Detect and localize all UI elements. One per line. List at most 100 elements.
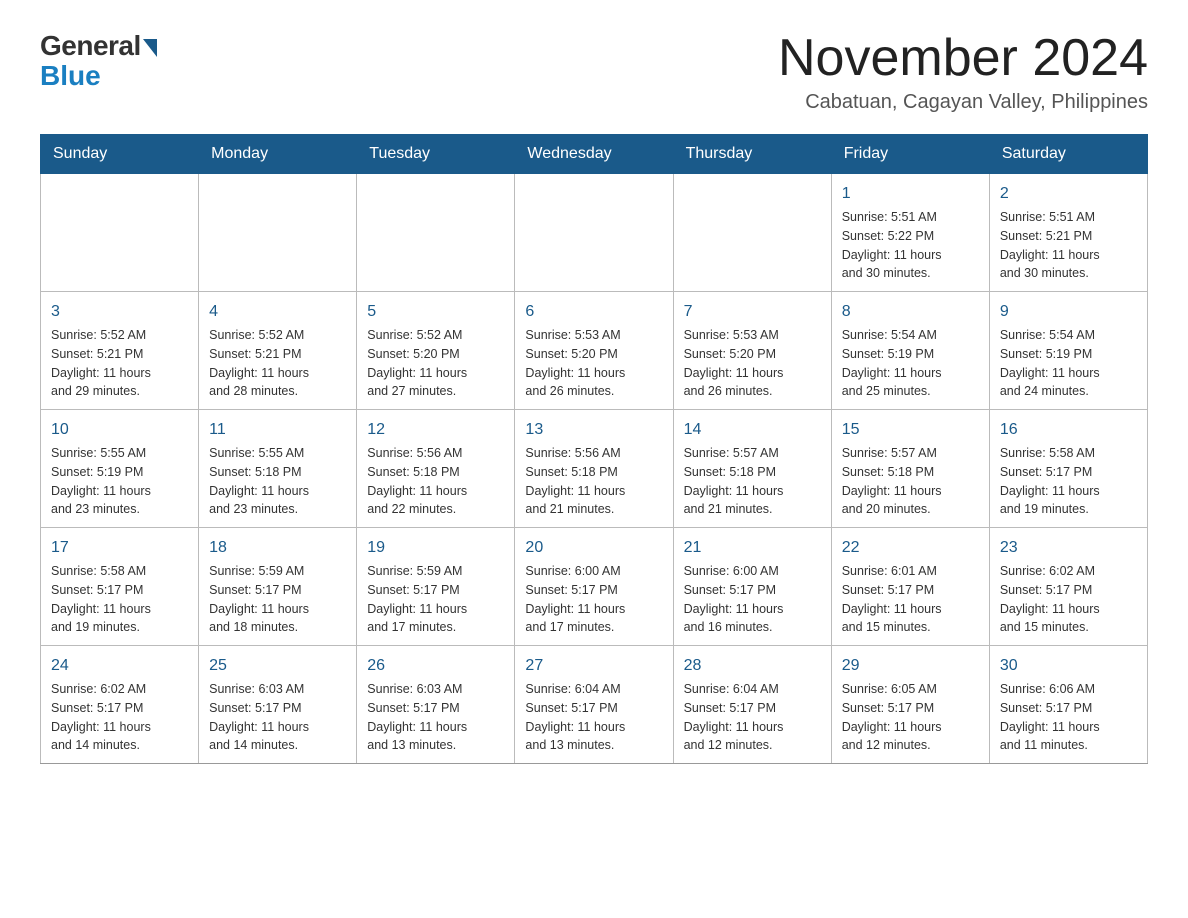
day-info: Sunrise: 5:51 AMSunset: 5:21 PMDaylight:… — [1000, 208, 1137, 283]
calendar-cell: 1Sunrise: 5:51 AMSunset: 5:22 PMDaylight… — [831, 174, 989, 292]
day-number: 8 — [842, 300, 979, 324]
calendar-cell: 8Sunrise: 5:54 AMSunset: 5:19 PMDaylight… — [831, 292, 989, 410]
calendar-cell: 17Sunrise: 5:58 AMSunset: 5:17 PMDayligh… — [41, 528, 199, 646]
day-info: Sunrise: 6:05 AMSunset: 5:17 PMDaylight:… — [842, 680, 979, 755]
logo-blue-text: Blue — [40, 60, 101, 92]
weekday-header-wednesday: Wednesday — [515, 135, 673, 174]
calendar-cell: 2Sunrise: 5:51 AMSunset: 5:21 PMDaylight… — [989, 174, 1147, 292]
calendar-cell: 13Sunrise: 5:56 AMSunset: 5:18 PMDayligh… — [515, 410, 673, 528]
month-title: November 2024 — [778, 30, 1148, 87]
calendar-week-row: 1Sunrise: 5:51 AMSunset: 5:22 PMDaylight… — [41, 174, 1148, 292]
day-number: 28 — [684, 654, 821, 678]
day-number: 16 — [1000, 418, 1137, 442]
day-number: 7 — [684, 300, 821, 324]
day-info: Sunrise: 5:54 AMSunset: 5:19 PMDaylight:… — [842, 326, 979, 401]
calendar-cell: 15Sunrise: 5:57 AMSunset: 5:18 PMDayligh… — [831, 410, 989, 528]
day-info: Sunrise: 5:59 AMSunset: 5:17 PMDaylight:… — [209, 562, 346, 637]
day-number: 9 — [1000, 300, 1137, 324]
day-info: Sunrise: 5:57 AMSunset: 5:18 PMDaylight:… — [684, 444, 821, 519]
day-info: Sunrise: 5:53 AMSunset: 5:20 PMDaylight:… — [525, 326, 662, 401]
day-info: Sunrise: 6:00 AMSunset: 5:17 PMDaylight:… — [525, 562, 662, 637]
calendar-cell: 12Sunrise: 5:56 AMSunset: 5:18 PMDayligh… — [357, 410, 515, 528]
calendar-header-row: SundayMondayTuesdayWednesdayThursdayFrid… — [41, 135, 1148, 174]
logo-arrow-icon — [143, 39, 157, 57]
day-number: 26 — [367, 654, 504, 678]
day-info: Sunrise: 6:02 AMSunset: 5:17 PMDaylight:… — [1000, 562, 1137, 637]
day-info: Sunrise: 5:54 AMSunset: 5:19 PMDaylight:… — [1000, 326, 1137, 401]
day-number: 1 — [842, 182, 979, 206]
calendar-cell: 11Sunrise: 5:55 AMSunset: 5:18 PMDayligh… — [199, 410, 357, 528]
day-number: 3 — [51, 300, 188, 324]
day-info: Sunrise: 5:52 AMSunset: 5:20 PMDaylight:… — [367, 326, 504, 401]
calendar-cell — [673, 174, 831, 292]
calendar-cell: 27Sunrise: 6:04 AMSunset: 5:17 PMDayligh… — [515, 646, 673, 764]
calendar-week-row: 10Sunrise: 5:55 AMSunset: 5:19 PMDayligh… — [41, 410, 1148, 528]
calendar-cell: 14Sunrise: 5:57 AMSunset: 5:18 PMDayligh… — [673, 410, 831, 528]
calendar-cell: 3Sunrise: 5:52 AMSunset: 5:21 PMDaylight… — [41, 292, 199, 410]
day-info: Sunrise: 6:02 AMSunset: 5:17 PMDaylight:… — [51, 680, 188, 755]
day-info: Sunrise: 6:03 AMSunset: 5:17 PMDaylight:… — [209, 680, 346, 755]
day-info: Sunrise: 5:59 AMSunset: 5:17 PMDaylight:… — [367, 562, 504, 637]
day-number: 25 — [209, 654, 346, 678]
day-number: 4 — [209, 300, 346, 324]
day-info: Sunrise: 5:55 AMSunset: 5:18 PMDaylight:… — [209, 444, 346, 519]
day-info: Sunrise: 6:00 AMSunset: 5:17 PMDaylight:… — [684, 562, 821, 637]
day-number: 21 — [684, 536, 821, 560]
day-info: Sunrise: 5:58 AMSunset: 5:17 PMDaylight:… — [51, 562, 188, 637]
calendar-cell: 6Sunrise: 5:53 AMSunset: 5:20 PMDaylight… — [515, 292, 673, 410]
calendar-cell — [199, 174, 357, 292]
calendar-cell: 28Sunrise: 6:04 AMSunset: 5:17 PMDayligh… — [673, 646, 831, 764]
calendar-cell: 29Sunrise: 6:05 AMSunset: 5:17 PMDayligh… — [831, 646, 989, 764]
calendar-cell: 25Sunrise: 6:03 AMSunset: 5:17 PMDayligh… — [199, 646, 357, 764]
weekday-header-monday: Monday — [199, 135, 357, 174]
day-info: Sunrise: 5:56 AMSunset: 5:18 PMDaylight:… — [525, 444, 662, 519]
weekday-header-friday: Friday — [831, 135, 989, 174]
day-number: 27 — [525, 654, 662, 678]
day-info: Sunrise: 6:03 AMSunset: 5:17 PMDaylight:… — [367, 680, 504, 755]
day-number: 12 — [367, 418, 504, 442]
day-info: Sunrise: 5:58 AMSunset: 5:17 PMDaylight:… — [1000, 444, 1137, 519]
weekday-header-thursday: Thursday — [673, 135, 831, 174]
day-info: Sunrise: 5:53 AMSunset: 5:20 PMDaylight:… — [684, 326, 821, 401]
calendar-cell — [515, 174, 673, 292]
calendar-cell: 7Sunrise: 5:53 AMSunset: 5:20 PMDaylight… — [673, 292, 831, 410]
day-number: 10 — [51, 418, 188, 442]
day-info: Sunrise: 6:06 AMSunset: 5:17 PMDaylight:… — [1000, 680, 1137, 755]
day-info: Sunrise: 6:04 AMSunset: 5:17 PMDaylight:… — [684, 680, 821, 755]
calendar-cell: 16Sunrise: 5:58 AMSunset: 5:17 PMDayligh… — [989, 410, 1147, 528]
location-text: Cabatuan, Cagayan Valley, Philippines — [778, 91, 1148, 114]
day-info: Sunrise: 6:01 AMSunset: 5:17 PMDaylight:… — [842, 562, 979, 637]
day-info: Sunrise: 5:55 AMSunset: 5:19 PMDaylight:… — [51, 444, 188, 519]
calendar-cell: 23Sunrise: 6:02 AMSunset: 5:17 PMDayligh… — [989, 528, 1147, 646]
calendar-cell: 18Sunrise: 5:59 AMSunset: 5:17 PMDayligh… — [199, 528, 357, 646]
day-info: Sunrise: 5:52 AMSunset: 5:21 PMDaylight:… — [209, 326, 346, 401]
day-number: 6 — [525, 300, 662, 324]
day-number: 15 — [842, 418, 979, 442]
calendar-cell: 10Sunrise: 5:55 AMSunset: 5:19 PMDayligh… — [41, 410, 199, 528]
calendar-week-row: 17Sunrise: 5:58 AMSunset: 5:17 PMDayligh… — [41, 528, 1148, 646]
calendar-week-row: 3Sunrise: 5:52 AMSunset: 5:21 PMDaylight… — [41, 292, 1148, 410]
calendar-cell: 5Sunrise: 5:52 AMSunset: 5:20 PMDaylight… — [357, 292, 515, 410]
day-info: Sunrise: 5:52 AMSunset: 5:21 PMDaylight:… — [51, 326, 188, 401]
calendar-cell: 21Sunrise: 6:00 AMSunset: 5:17 PMDayligh… — [673, 528, 831, 646]
calendar-cell: 19Sunrise: 5:59 AMSunset: 5:17 PMDayligh… — [357, 528, 515, 646]
day-info: Sunrise: 5:51 AMSunset: 5:22 PMDaylight:… — [842, 208, 979, 283]
day-info: Sunrise: 6:04 AMSunset: 5:17 PMDaylight:… — [525, 680, 662, 755]
calendar-cell: 24Sunrise: 6:02 AMSunset: 5:17 PMDayligh… — [41, 646, 199, 764]
weekday-header-saturday: Saturday — [989, 135, 1147, 174]
calendar-cell: 26Sunrise: 6:03 AMSunset: 5:17 PMDayligh… — [357, 646, 515, 764]
day-number: 30 — [1000, 654, 1137, 678]
day-info: Sunrise: 5:57 AMSunset: 5:18 PMDaylight:… — [842, 444, 979, 519]
day-number: 13 — [525, 418, 662, 442]
day-number: 17 — [51, 536, 188, 560]
day-number: 20 — [525, 536, 662, 560]
logo: General Blue — [40, 30, 157, 92]
day-number: 29 — [842, 654, 979, 678]
weekday-header-sunday: Sunday — [41, 135, 199, 174]
calendar-cell: 30Sunrise: 6:06 AMSunset: 5:17 PMDayligh… — [989, 646, 1147, 764]
logo-general-text: General — [40, 30, 141, 62]
day-number: 11 — [209, 418, 346, 442]
day-number: 14 — [684, 418, 821, 442]
calendar-cell: 9Sunrise: 5:54 AMSunset: 5:19 PMDaylight… — [989, 292, 1147, 410]
day-info: Sunrise: 5:56 AMSunset: 5:18 PMDaylight:… — [367, 444, 504, 519]
